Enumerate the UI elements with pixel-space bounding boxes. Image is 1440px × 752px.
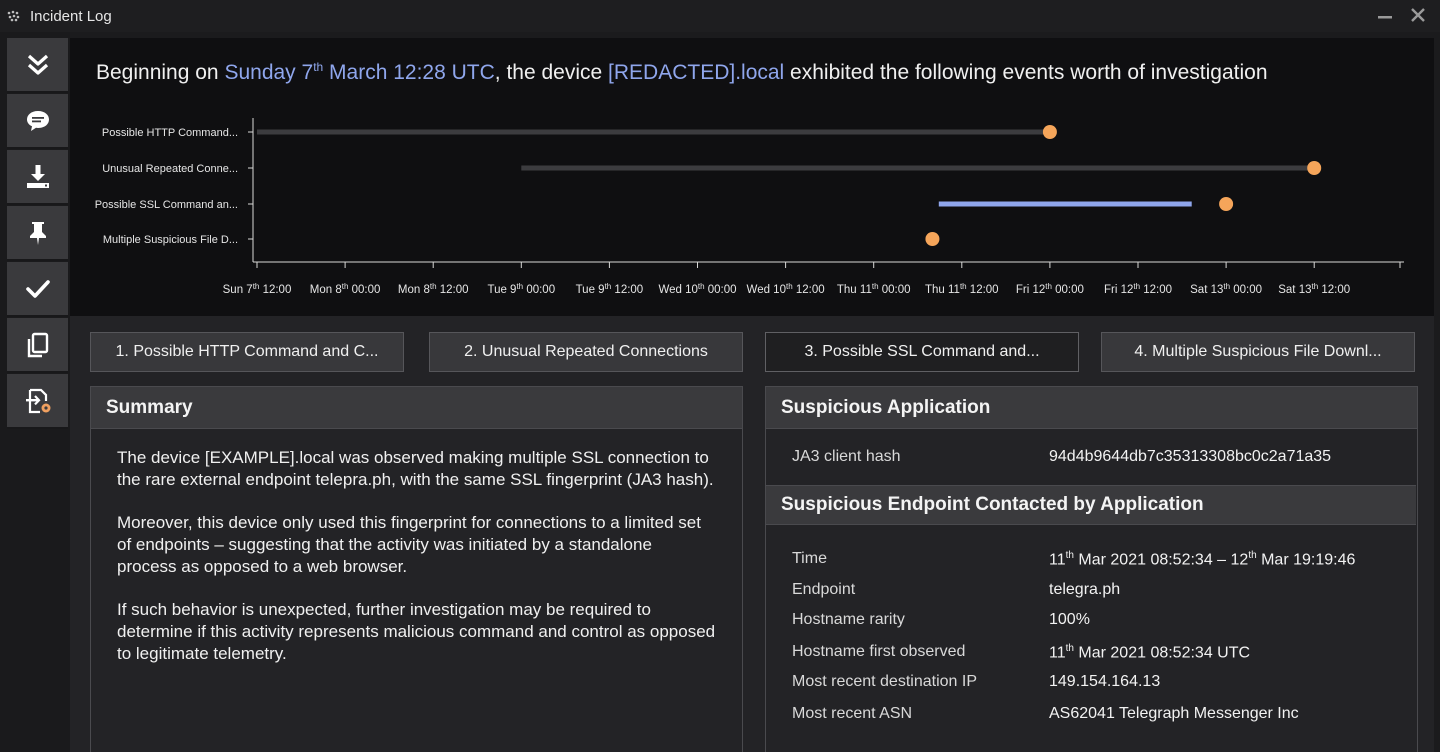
event-marker bbox=[1307, 161, 1322, 175]
export-report-button[interactable] bbox=[7, 374, 68, 429]
endpoint-label: Endpoint bbox=[792, 581, 856, 598]
row-label: Possible SSL Command an... bbox=[95, 199, 238, 211]
x-tick-label: Sat 13th 12:00 bbox=[1278, 282, 1350, 296]
asn-label: Most recent ASN bbox=[792, 705, 913, 722]
x-tick-label: Tue 9th 12:00 bbox=[576, 282, 644, 296]
minimize-icon bbox=[1378, 16, 1392, 19]
summary-paragraph: If such behavior is unexpected, further … bbox=[117, 600, 716, 663]
hostname-rarity-value: 100% bbox=[1049, 611, 1090, 628]
headline-date-sup: th bbox=[313, 60, 324, 74]
row-label: Unusual Repeated Conne... bbox=[102, 163, 238, 175]
copy-icon bbox=[27, 332, 48, 357]
hostname-first-observed-label: Hostname first observed bbox=[792, 643, 966, 660]
x-tick-label: Fri 12th 12:00 bbox=[1104, 282, 1172, 296]
headline-device-link[interactable]: [REDACTED].local bbox=[608, 61, 784, 84]
comment-button[interactable] bbox=[7, 94, 68, 149]
endpoint-value: telegra.ph bbox=[1049, 581, 1121, 598]
x-tick-label: Thu 11th 00:00 bbox=[837, 282, 911, 296]
hostname-rarity-label: Hostname rarity bbox=[792, 611, 905, 628]
comment-icon bbox=[26, 110, 49, 131]
export-report-icon bbox=[25, 388, 50, 413]
time-label: Time bbox=[792, 550, 827, 567]
app-logo-icon bbox=[6, 8, 22, 24]
x-tick-label: Wed 10th 00:00 bbox=[658, 282, 736, 296]
x-tick-label: Mon 8th 00:00 bbox=[310, 282, 381, 296]
x-tick-label: Sun 7th 12:00 bbox=[223, 282, 292, 296]
acknowledge-button[interactable] bbox=[7, 262, 68, 317]
headline-date-rest: March 12:28 UTC bbox=[323, 61, 495, 84]
first-observed-b: Mar 2021 08:52:34 UTC bbox=[1073, 644, 1251, 662]
ja3-hash-label: JA3 client hash bbox=[792, 448, 901, 465]
check-icon bbox=[25, 279, 50, 298]
title-bar: Incident Log bbox=[0, 0, 1440, 32]
hostname-first-observed-value: 11th Mar 2021 08:52:34 UTC bbox=[1049, 643, 1250, 662]
tab-possible-ssl-command[interactable]: 3. Possible SSL Command and... bbox=[765, 332, 1079, 372]
suspicious-endpoint-title: Suspicious Endpoint Contacted by Applica… bbox=[766, 485, 1416, 525]
first-observed-a: 11 bbox=[1049, 644, 1066, 662]
summary-paragraph: The device [EXAMPLE].local was observed … bbox=[117, 448, 714, 489]
destination-ip-label: Most recent destination IP bbox=[792, 673, 977, 690]
row-label: Possible HTTP Command... bbox=[102, 127, 238, 139]
event-marker bbox=[925, 232, 940, 246]
headline-date-day: Sunday 7 bbox=[224, 61, 314, 84]
destination-ip-value: 149.154.164.13 bbox=[1049, 673, 1161, 690]
download-icon bbox=[26, 164, 49, 188]
summary-panel: Summary The device [EXAMPLE].local was o… bbox=[90, 386, 743, 752]
time-value: 11th Mar 2021 08:52:34 – 12th Mar 19:19:… bbox=[1049, 550, 1355, 569]
x-tick-label: Wed 10th 12:00 bbox=[747, 282, 825, 296]
close-button[interactable] bbox=[1406, 4, 1430, 26]
window-title: Incident Log bbox=[30, 7, 112, 25]
time-value-b: Mar 2021 08:52:34 – 12 bbox=[1073, 551, 1249, 569]
download-button[interactable] bbox=[7, 150, 68, 205]
sidebar bbox=[0, 32, 70, 752]
x-tick-label: Sat 13th 00:00 bbox=[1190, 282, 1262, 296]
minimize-button[interactable] bbox=[1373, 4, 1397, 26]
headline-suffix: exhibited the following events worth of … bbox=[784, 61, 1268, 84]
summary-body: The device [EXAMPLE].local was observed … bbox=[91, 429, 742, 665]
time-value-c: Mar 19:19:46 bbox=[1256, 551, 1356, 569]
time-value-a: 11 bbox=[1049, 551, 1066, 569]
first-observed-sup: th bbox=[1065, 643, 1074, 654]
headline-middle: , the device bbox=[494, 61, 609, 84]
pin-button[interactable] bbox=[7, 206, 68, 261]
collapse-button[interactable] bbox=[7, 38, 68, 93]
ja3-hash-value: 94d4b9644db7c35313308bc0c2a71a35 bbox=[1049, 448, 1332, 465]
double-chevron-down-icon bbox=[27, 54, 48, 75]
x-tick-label: Tue 9th 00:00 bbox=[487, 282, 555, 296]
tab-possible-http-command[interactable]: 1. Possible HTTP Command and C... bbox=[90, 332, 404, 372]
event-marker bbox=[1219, 197, 1234, 211]
x-tick-label: Thu 11th 12:00 bbox=[925, 282, 999, 296]
headline-prefix: Beginning on bbox=[96, 61, 225, 84]
time-value-b-sup: th bbox=[1248, 550, 1257, 561]
tab-multiple-suspicious-file-downloads[interactable]: 4. Multiple Suspicious File Downl... bbox=[1101, 332, 1415, 372]
x-tick-label: Mon 8th 12:00 bbox=[398, 282, 469, 296]
copy-button[interactable] bbox=[7, 318, 68, 373]
close-icon bbox=[1411, 8, 1425, 22]
incident-timeline-chart: Possible HTTP Command... Unusual Repeated… bbox=[95, 118, 1404, 296]
asn-value: AS62041 Telegraph Messenger Inc bbox=[1049, 705, 1299, 722]
row-label: Multiple Suspicious File D... bbox=[103, 234, 238, 246]
suspicious-application-title: Suspicious Application bbox=[766, 387, 1417, 429]
summary-paragraph: Moreover, this device only used this fin… bbox=[117, 513, 701, 576]
x-tick-label: Fri 12th 00:00 bbox=[1016, 282, 1084, 296]
event-marker bbox=[1042, 125, 1057, 139]
time-value-a-sup: th bbox=[1065, 550, 1074, 561]
tab-unusual-repeated-connections[interactable]: 2. Unusual Repeated Connections bbox=[429, 332, 743, 372]
pin-icon bbox=[29, 221, 46, 245]
headline-start-date[interactable]: Sunday 7th March 12:28 UTC bbox=[224, 60, 495, 84]
details-panel: Suspicious Application JA3 client hash 9… bbox=[765, 386, 1418, 752]
summary-title: Summary bbox=[91, 387, 742, 429]
page-headline: Beginning on Sunday 7th March 12:28 UTC,… bbox=[96, 60, 1268, 85]
